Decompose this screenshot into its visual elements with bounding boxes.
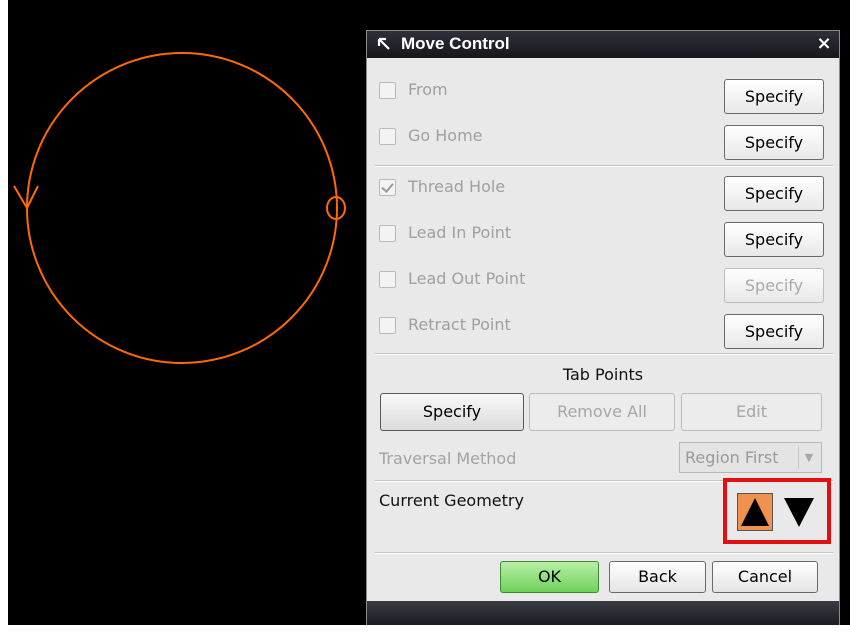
down-arrow-glyph <box>784 498 814 527</box>
up-triangle-icon[interactable] <box>737 493 773 531</box>
option-row-thread-hole: Thread Hole Specify <box>379 169 829 211</box>
close-icon[interactable]: × <box>814 33 834 55</box>
cancel-button[interactable]: Cancel <box>712 561 818 593</box>
move-control-dialog: Move Control × From Specify Go Home Spec… <box>366 30 840 625</box>
tab-points-specify-button[interactable]: Specify <box>380 393 524 431</box>
tab-points-title: Tab Points <box>562 365 644 384</box>
tab-points-remove-all-button[interactable]: Remove All <box>529 393 675 431</box>
tab-points-edit-button[interactable]: Edit <box>681 393 822 431</box>
traversal-method-label: Traversal Method <box>379 449 517 468</box>
go-home-specify-button[interactable]: Specify <box>724 125 824 160</box>
thread-hole-label: Thread Hole <box>408 177 506 196</box>
option-row-lead-out: Lead Out Point Specify <box>379 261 829 303</box>
dropdown-arrow-icon[interactable]: ▼ <box>798 446 819 469</box>
lead-out-specify-button[interactable]: Specify <box>724 268 824 303</box>
traversal-method-value: Region First <box>685 448 779 467</box>
separator <box>375 552 833 554</box>
direction-arrow-icon <box>13 185 39 211</box>
option-row-go-home: Go Home Specify <box>379 118 829 160</box>
thread-hole-checkbox[interactable] <box>379 179 396 196</box>
separator <box>375 353 833 355</box>
lead-out-checkbox[interactable] <box>379 271 396 288</box>
from-label: From <box>408 80 448 99</box>
dialog-titlebar[interactable]: Move Control × <box>367 31 839 58</box>
option-row-from: From Specify <box>379 72 829 114</box>
go-home-checkbox[interactable] <box>379 128 396 145</box>
retract-specify-button[interactable]: Specify <box>724 314 824 349</box>
separator <box>375 165 833 167</box>
option-row-lead-in: Lead In Point Specify <box>379 215 829 257</box>
title-arrow-icon <box>377 37 390 50</box>
down-triangle-icon[interactable] <box>781 493 817 531</box>
traversal-method-select[interactable]: Region First ▼ <box>679 442 822 473</box>
ok-button[interactable]: OK <box>500 561 599 593</box>
back-button[interactable]: Back <box>609 561 706 593</box>
dialog-bottom-strip <box>367 601 839 625</box>
retract-label: Retract Point <box>408 315 511 334</box>
thread-hole-circle <box>26 52 338 364</box>
from-checkbox[interactable] <box>379 82 396 99</box>
up-arrow-glyph <box>741 498 769 526</box>
dialog-title: Move Control <box>401 34 510 53</box>
retract-checkbox[interactable] <box>379 317 396 334</box>
option-row-retract: Retract Point Specify <box>379 307 829 349</box>
from-specify-button[interactable]: Specify <box>724 79 824 114</box>
lead-out-label: Lead Out Point <box>408 269 526 288</box>
lead-in-checkbox[interactable] <box>379 225 396 242</box>
current-geometry-label: Current Geometry <box>379 491 524 510</box>
lead-in-specify-button[interactable]: Specify <box>724 222 824 257</box>
go-home-label: Go Home <box>408 126 483 145</box>
lead-in-label: Lead In Point <box>408 223 512 242</box>
thread-hole-specify-button[interactable]: Specify <box>724 176 824 211</box>
